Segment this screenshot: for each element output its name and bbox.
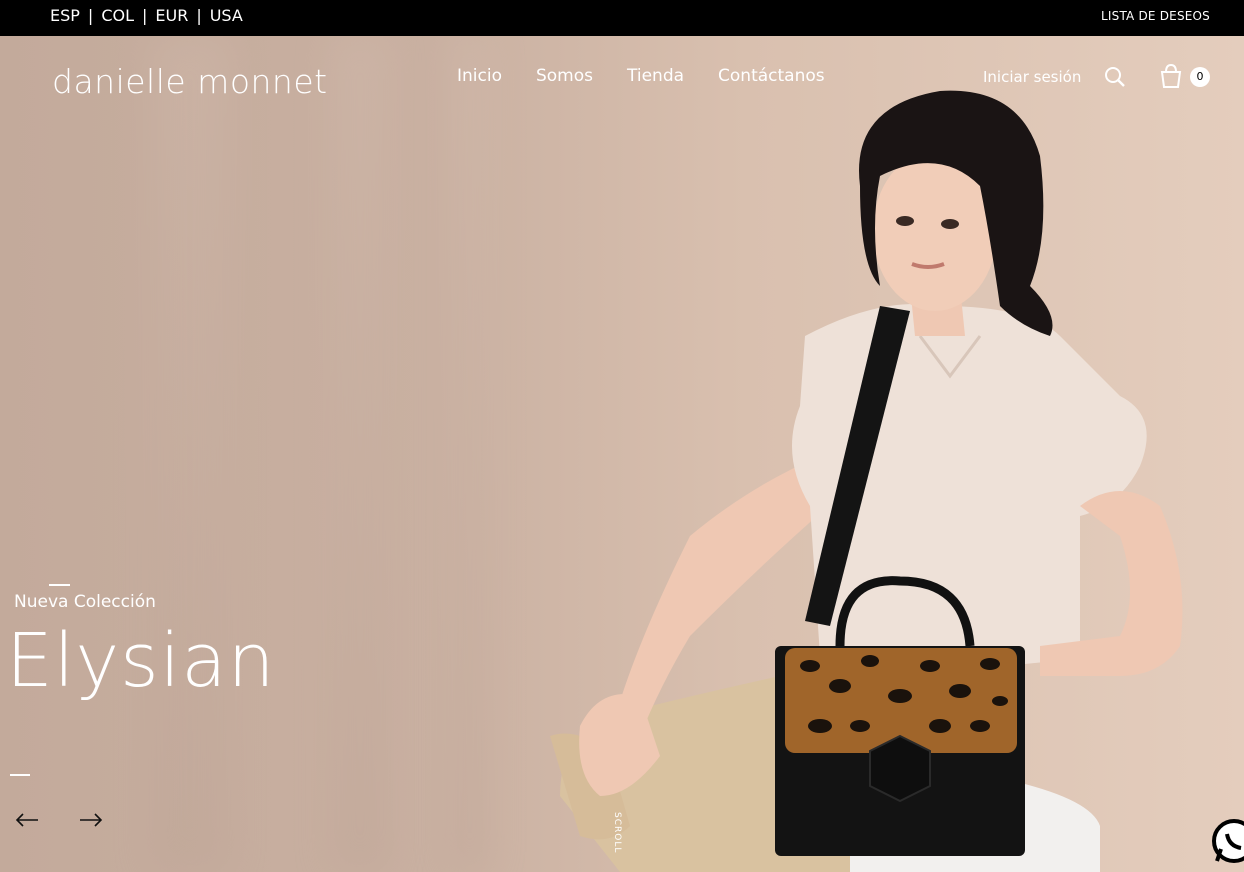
brand-logo[interactable]: danielle monnet <box>52 62 328 101</box>
locale-switcher: ESP | COL | EUR | USA <box>50 6 243 26</box>
nav-item-contactanos[interactable]: Contáctanos <box>718 66 825 86</box>
search-icon[interactable] <box>1104 66 1126 88</box>
wishlist-link[interactable]: LISTA DE DESEOS <box>1101 9 1210 23</box>
separator: | <box>142 6 148 25</box>
divider <box>10 774 30 776</box>
scroll-indicator[interactable]: SCROLL <box>612 812 622 853</box>
language-esp[interactable]: ESP <box>50 6 80 26</box>
main-nav: Inicio Somos Tienda Contáctanos <box>457 66 825 86</box>
currency-eur[interactable]: EUR <box>155 6 188 26</box>
cart-icon[interactable] <box>1159 63 1183 89</box>
divider <box>49 584 70 586</box>
nav-item-inicio[interactable]: Inicio <box>457 66 502 86</box>
arrow-right-icon[interactable] <box>78 810 104 830</box>
wall-texture <box>330 36 390 872</box>
country-col[interactable]: COL <box>101 6 134 26</box>
top-bar: ESP | COL | EUR | USA LISTA DE DESEOS <box>0 0 1244 36</box>
wall-texture <box>450 36 490 872</box>
arrow-left-icon[interactable] <box>14 810 40 830</box>
country-usa[interactable]: USA <box>210 6 243 26</box>
separator: | <box>196 6 202 25</box>
separator: | <box>87 6 94 25</box>
nav-item-tienda[interactable]: Tienda <box>627 66 684 86</box>
login-link[interactable]: Iniciar sesión <box>983 68 1081 86</box>
whatsapp-icon[interactable] <box>1209 816 1244 866</box>
nav-item-somos[interactable]: Somos <box>536 66 593 86</box>
hero-model-image <box>550 90 1183 872</box>
hero-title: Elysian <box>6 618 276 704</box>
hero-subtitle: Nueva Colección <box>14 592 156 612</box>
wall-texture <box>150 36 230 872</box>
cart-count-badge: 0 <box>1190 67 1210 87</box>
